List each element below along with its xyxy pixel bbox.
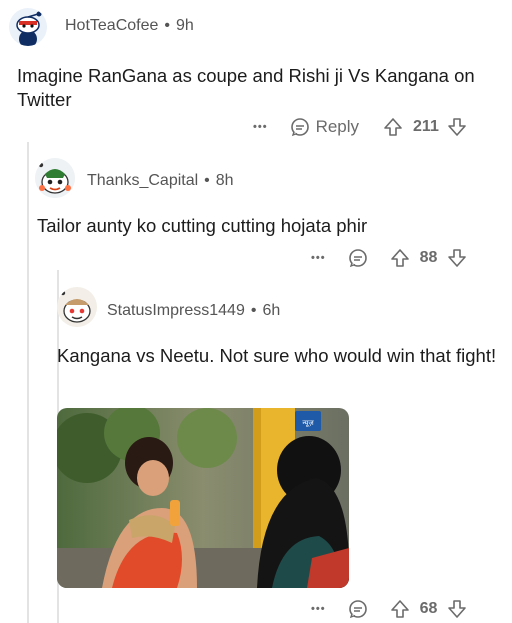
more-options-button[interactable]: ••• <box>311 252 326 264</box>
upvote-arrow-icon <box>383 117 403 137</box>
snoo-avatar-icon <box>57 287 97 327</box>
reply-button[interactable] <box>348 599 368 619</box>
vote-count: 68 <box>419 600 438 617</box>
upvote-button[interactable] <box>390 248 410 268</box>
media-scene-image: न्यूज़ <box>57 408 349 588</box>
avatar[interactable] <box>9 8 47 46</box>
vote-count: 211 <box>413 118 439 135</box>
upvote-arrow-icon <box>390 599 410 619</box>
vote-count: 88 <box>419 249 438 266</box>
username[interactable]: HotTeaCofee <box>65 17 158 35</box>
timestamp: 9h <box>176 17 194 34</box>
separator-dot: • <box>250 302 257 319</box>
downvote-arrow-icon <box>447 117 467 137</box>
more-options-button[interactable]: ••• <box>253 121 268 133</box>
separator-dot: • <box>204 172 210 189</box>
gif-media[interactable]: न्यूज़ <box>57 408 349 588</box>
downvote-arrow-icon <box>447 599 467 619</box>
comment-body: Imagine RanGana as coupe and Rishi ji Vs… <box>17 65 475 110</box>
watermark: न्यूज़ <box>302 419 314 427</box>
more-options-button[interactable]: ••• <box>311 603 326 615</box>
upvote-button[interactable] <box>383 117 403 137</box>
avatar[interactable] <box>35 158 75 198</box>
reply-bubble-icon <box>348 248 368 268</box>
username[interactable]: StatusImpress1449 <box>107 302 245 320</box>
snoo-avatar-icon <box>9 8 47 46</box>
reply-label: Reply <box>315 117 360 136</box>
comment-body: Tailor aunty ko cutting cutting hojata p… <box>37 215 368 236</box>
timestamp: 6h <box>262 302 281 319</box>
downvote-button[interactable] <box>447 248 467 268</box>
avatar[interactable] <box>57 287 97 327</box>
downvote-arrow-icon <box>447 248 467 268</box>
comment-body: Kangana vs Neetu. Not sure who would win… <box>57 345 497 366</box>
separator-dot: • <box>164 17 170 34</box>
upvote-arrow-icon <box>390 248 410 268</box>
timestamp: 8h <box>215 172 234 189</box>
username[interactable]: Thanks_Capital <box>87 172 198 190</box>
thread-line-level-1[interactable] <box>27 142 29 623</box>
reply-bubble-icon <box>348 599 368 619</box>
upvote-button[interactable] <box>390 599 410 619</box>
downvote-button[interactable] <box>447 117 467 137</box>
reply-button[interactable]: Reply <box>290 117 359 137</box>
reply-button[interactable] <box>348 248 368 268</box>
snoo-avatar-icon <box>35 158 75 198</box>
reply-bubble-icon <box>290 117 310 137</box>
downvote-button[interactable] <box>447 599 467 619</box>
